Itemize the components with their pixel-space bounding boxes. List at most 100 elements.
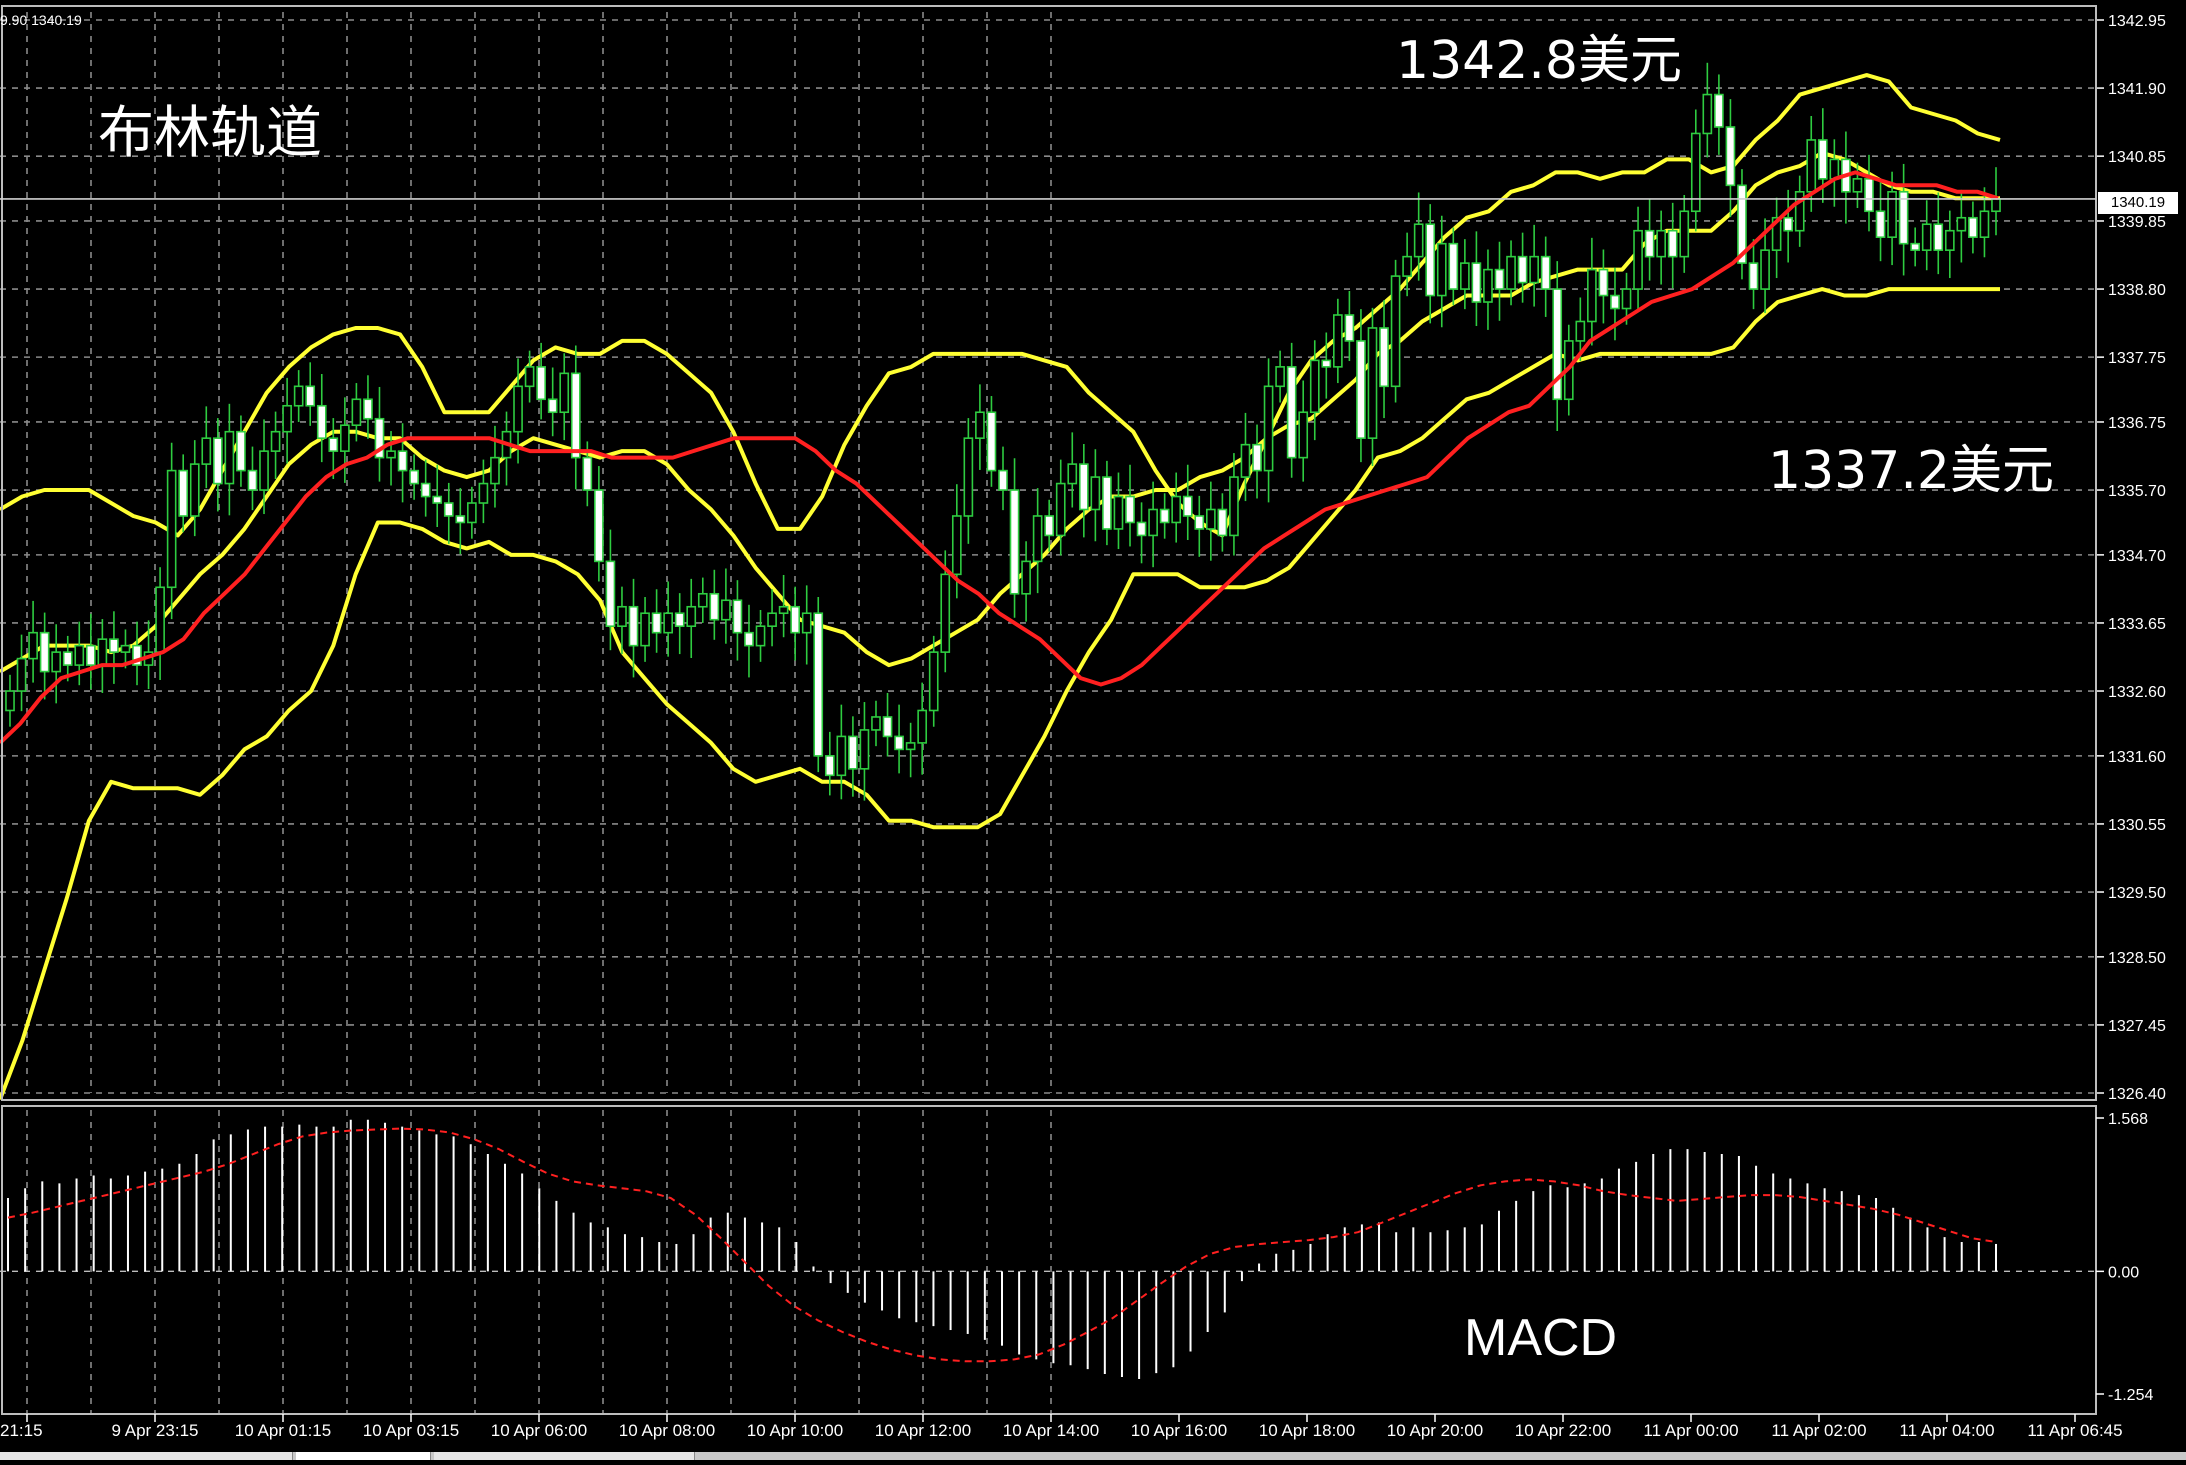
candle-body-bearish [420,482,431,498]
time-tick-label: 9 Apr 23:15 [112,1421,199,1440]
candle-body-bearish [1471,262,1482,303]
candle-body-bullish [166,469,177,589]
candle-body-bullish [1113,495,1124,530]
candle-body-bearish [1217,508,1228,537]
candle-body-bearish [409,469,419,485]
candle-body-bullish [201,437,212,465]
candle-body-bullish [1021,560,1031,595]
candle-body-bullish [1067,463,1078,485]
candle-body-bearish [547,398,558,414]
candle-body-bearish [674,612,685,627]
candle-body-bullish [1656,229,1666,258]
candle-body-bearish [594,489,604,563]
candle-body-bearish [39,631,50,673]
candle-body-bearish [813,612,824,757]
candle-body-bearish [1356,340,1366,439]
price-tick-label: 1338.80 [2108,282,2166,299]
candle-body-bearish [1864,178,1874,213]
chart-tab-2[interactable] [296,1452,431,1460]
chart-tab-3[interactable] [434,1452,695,1460]
candle-body-bearish [62,651,73,666]
candle-body-bearish [178,469,189,517]
candle-body-bearish [732,599,743,634]
candle-body-bearish [1044,515,1055,537]
candle-body-bullish [1263,385,1274,472]
price-tick-label: 1328.50 [2108,950,2166,967]
candle-body-bearish [628,605,639,647]
chart-tab-1[interactable] [0,1452,293,1460]
macd-tick-label: 0.00 [2108,1264,2139,1281]
price-tick-label: 1333.65 [2108,616,2166,633]
candle-body-bullish [1148,508,1158,537]
time-tick-label: 10 Apr 10:00 [747,1421,843,1440]
annotation-low-price: 1337.2美元 [1768,441,2054,501]
candle-body-bullish [1679,210,1690,258]
candle-body-bearish [1448,242,1459,290]
candle-body-bullish [155,586,165,653]
time-tick-label: 11 Apr 00:00 [1643,1421,1738,1440]
candle-body-bearish [1783,216,1794,232]
candle-body-bearish [1610,294,1620,310]
candle-body-bullish [559,372,570,414]
trading-chart[interactable]: 1342.95 1341.90 1340.85 1339.85 1338.80 1337.… [0,0,2186,1460]
candle-body-bullish [1760,249,1770,290]
candle-body-bullish [1413,223,1424,258]
candle-body-bullish [1229,476,1239,537]
candle-body-bearish [1598,268,1609,297]
time-tick-label: 10 Apr 20:00 [1387,1421,1483,1440]
candle-body-bearish [1125,495,1135,524]
time-tick-label: 10 Apr 06:00 [491,1421,587,1440]
candle-body-bullish [51,651,62,673]
candle-body-bearish [1494,268,1505,290]
time-tick-label: 10 Apr 08:00 [619,1421,715,1440]
candle-body-bullish [686,605,697,627]
candle-body-bullish [1529,255,1539,284]
candle-body-bullish [917,709,928,744]
candle-body-bearish [1968,216,1978,238]
candlestick [1390,259,1401,403]
candle-body-bearish [582,456,593,491]
price-tick-label: 1340.85 [2108,149,2166,166]
candle-body-bullish [1390,275,1401,388]
candle-body-bearish [212,437,223,485]
candle-body-bullish [1205,508,1216,530]
candle-body-bullish [1506,255,1516,290]
candle-body-bullish [951,515,962,576]
candle-body-bearish [432,495,443,504]
candle-body-bearish [709,592,720,621]
candle-body-bullish [940,573,951,653]
candle-body-bullish [905,742,916,751]
candle-body-bearish [1817,139,1828,180]
chart-canvas[interactable]: 1342.95 1341.90 1340.85 1339.85 1338.80 1337.… [0,0,2186,1460]
time-tick-label: 21:15 [0,1421,43,1440]
candle-body-bullish [1587,268,1597,323]
time-tick-label: 10 Apr 18:00 [1259,1421,1355,1440]
candle-body-bullish [1460,262,1470,290]
candle-body-bullish [1702,93,1713,135]
candle-body-bearish [1725,126,1736,187]
candle-body-bearish [363,398,373,420]
candle-body-bullish [617,605,627,627]
candle-body-bearish [986,411,997,472]
candlestick [813,597,824,773]
candle-body-bullish [1483,268,1493,303]
candle-body-bearish [1644,229,1655,258]
candle-body-bullish [1367,327,1378,439]
annotation-high-price: 1342.8美元 [1396,31,1682,91]
candle-body-bullish [755,625,766,647]
candle-body-bullish [963,437,974,517]
candle-body-bullish [478,482,489,504]
candle-body-bearish [651,612,662,634]
candle-body-bearish [109,638,119,653]
candle-body-bearish [247,469,258,491]
candle-body-bullish [1575,320,1586,342]
time-tick-label: 10 Apr 12:00 [875,1421,971,1440]
price-tick-label: 1334.70 [2108,548,2166,565]
candle-body-bullish [928,651,939,712]
candle-body-bearish [1379,327,1389,388]
macd-tick-label: 1.568 [2108,1111,2148,1128]
candle-body-bullish [663,612,673,634]
candle-body-bearish [1714,93,1724,128]
candle-body-bearish [316,404,327,439]
ohlc-readout: 9.90 1340.19 [0,12,82,28]
